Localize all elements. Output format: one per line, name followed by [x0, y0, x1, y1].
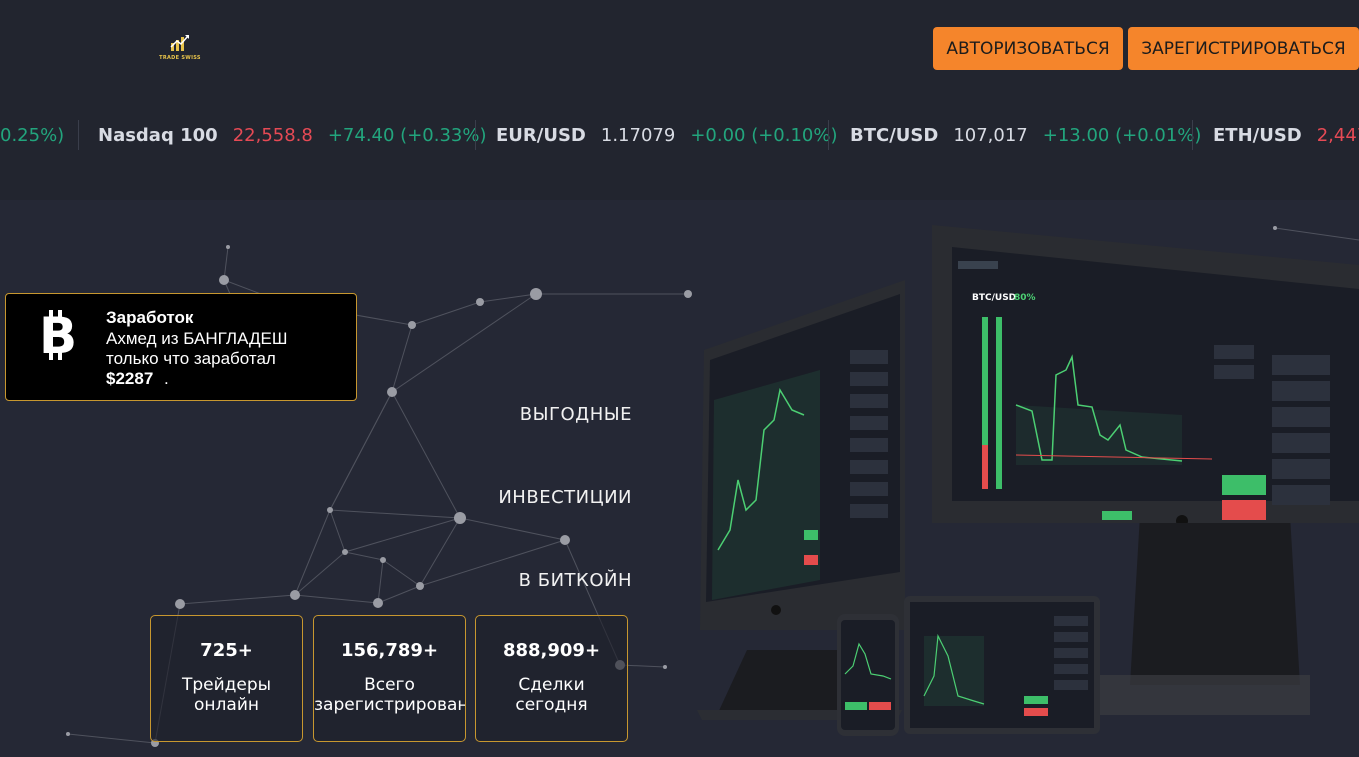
ticker-price: 2,447 [1316, 124, 1359, 146]
price-ticker: 0.25%) Nasdaq 100 22,558.8 +74.40 (+0.33… [0, 116, 1359, 154]
ticker-divider [78, 120, 79, 150]
stat-value: 888,909+ [502, 640, 601, 661]
earnings-notification: B Заработок Ахмед из БАНГЛАДЕШ только чт… [5, 293, 357, 401]
tablet-device [904, 596, 1100, 734]
slogan-line: ИНВЕСТИЦИИ [498, 487, 632, 508]
stat-label: онлайн [194, 695, 259, 715]
notification-suffix: . [164, 369, 169, 388]
notification-amount: $2287 [106, 369, 154, 388]
ticker-divider [1192, 120, 1193, 150]
stat-card-traders: 725+ Трейдеры онлайн [150, 615, 303, 742]
ticker-change: +74.40 (+0.33%) [327, 124, 487, 146]
bitcoin-icon: B [39, 308, 77, 364]
svg-text:80%: 80% [1014, 293, 1036, 303]
hero-section: B Заработок Ахмед из БАНГЛАДЕШ только чт… [0, 200, 1359, 757]
ticker-item[interactable]: EUR/USD 1.17079 +0.00 (+0.10%) [496, 116, 838, 154]
ticker-item[interactable]: BTC/USD 107,017 +13.00 (+0.01%) [850, 116, 1201, 154]
stat-label: Сделки [518, 675, 585, 695]
ticker-price: 107,017 [953, 124, 1028, 146]
login-button[interactable]: АВТОРИЗОВАТЬСЯ [933, 27, 1123, 70]
stat-card-deals: 888,909+ Сделки сегодня [475, 615, 628, 742]
logo[interactable]: TRADE SWISS [158, 34, 202, 64]
monitor-big: BTC/USD 80% [932, 225, 1359, 523]
logo-text: TRADE SWISS [159, 55, 201, 61]
monitor-small [700, 280, 905, 630]
stat-label: Трейдеры [181, 675, 272, 695]
slogan-line: В БИТКОЙН [518, 570, 632, 591]
notification-text: только что заработал [106, 349, 276, 368]
stat-value: 725+ [200, 640, 253, 661]
ticker-symbol: ETH/USD [1213, 124, 1302, 146]
ticker-change: +0.00 (+0.10%) [690, 124, 838, 146]
ticker-price: 1.17079 [600, 124, 676, 146]
phone-device [837, 614, 899, 736]
monitor-stand-big [1100, 515, 1310, 715]
ticker-item[interactable]: 0.25%) [0, 116, 64, 154]
ticker-change: +13.00 (+0.01%) [1042, 124, 1202, 146]
stat-label: сегодня [515, 695, 588, 715]
stat-card-registered: 156,789+ Всего зарегистрирован [313, 615, 466, 742]
stat-label: Всего [364, 675, 415, 695]
ticker-symbol: BTC/USD [850, 124, 939, 146]
stat-label: зарегистрирован [314, 695, 466, 715]
ticker-symbol: Nasdaq 100 [98, 124, 218, 146]
ticker-divider [828, 120, 829, 150]
slogan-line: ВЫГОДНЫЕ [519, 404, 632, 425]
ticker-item[interactable]: ETH/USD 2,447 [1213, 116, 1359, 154]
ticker-item[interactable]: Nasdaq 100 22,558.8 +74.40 (+0.33%) [98, 116, 487, 154]
notification-text: Ахмед из БАНГЛАДЕШ [106, 329, 288, 348]
pair-label: BTC/USD [972, 293, 1016, 303]
ticker-price: 22,558.8 [232, 124, 313, 146]
ticker-symbol: EUR/USD [496, 124, 586, 146]
site-header: TRADE SWISS АВТОРИЗОВАТЬСЯ ЗАРЕГИСТРИРОВ… [0, 0, 1359, 200]
ticker-divider [475, 120, 476, 150]
ticker-change: 0.25%) [0, 124, 65, 146]
stat-value: 156,789+ [340, 640, 439, 661]
logo-chart-icon [170, 35, 189, 51]
register-button[interactable]: ЗАРЕГИСТРИРОВАТЬСЯ [1128, 27, 1359, 70]
notification-title: Заработок [106, 308, 194, 327]
